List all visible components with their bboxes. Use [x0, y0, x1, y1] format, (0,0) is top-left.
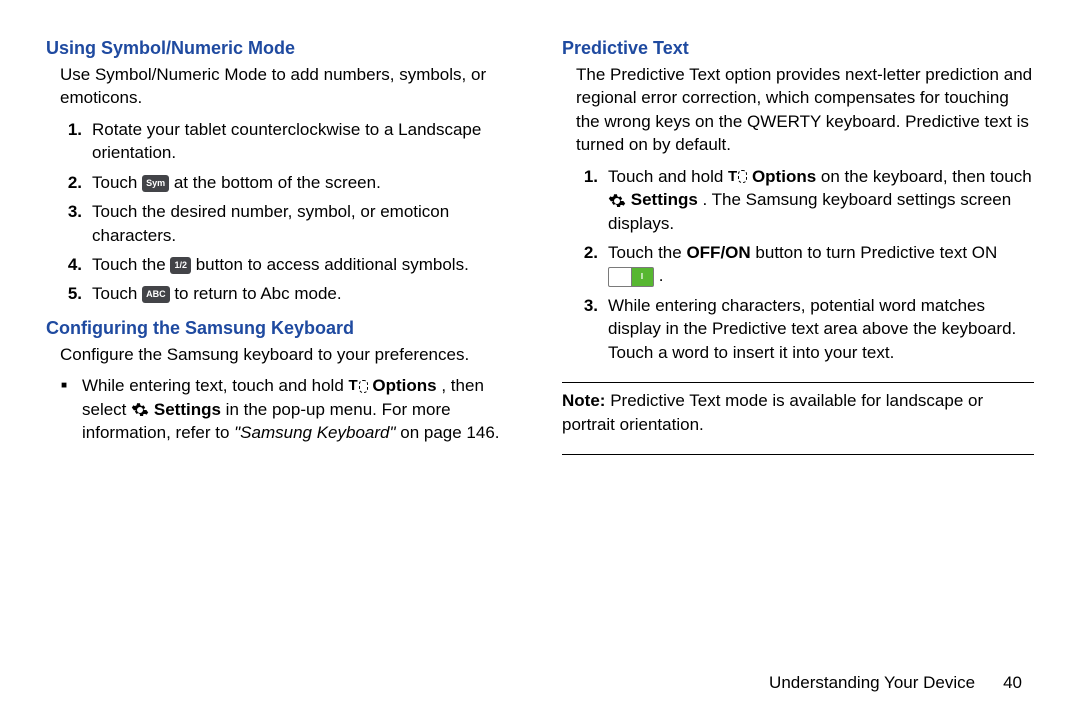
- heading-configuring: Configuring the Samsung Keyboard: [46, 316, 518, 341]
- step-4-number: 4.: [46, 253, 92, 276]
- footer-page-number: 40: [1003, 671, 1022, 694]
- steps-symbol-numeric: 1. Rotate your tablet counterclockwise t…: [46, 118, 518, 306]
- step-4-text: Touch the 1/2 button to access additiona…: [92, 253, 518, 276]
- pstep-2-number: 2.: [562, 241, 608, 288]
- note-body: Predictive Text mode is available for la…: [562, 391, 983, 433]
- two-column-layout: Using Symbol/Numeric Mode Use Symbol/Num…: [46, 36, 1034, 461]
- abc-key-icon: ABC: [142, 286, 170, 303]
- bullet-1-text: While entering text, touch and hold T Op…: [82, 374, 518, 444]
- half-key-icon: 1/2: [170, 257, 191, 274]
- intro-symbol-numeric: Use Symbol/Numeric Mode to add numbers, …: [60, 63, 518, 110]
- step-3-number: 3.: [46, 200, 92, 247]
- pstep-1-number: 1.: [562, 165, 608, 235]
- pstep-3: 3. While entering characters, potential …: [562, 294, 1034, 364]
- pstep-3-number: 3.: [562, 294, 608, 364]
- bullet-1: ■ While entering text, touch and hold T …: [46, 374, 518, 444]
- step-1-number: 1.: [46, 118, 92, 165]
- note-block: Note: Predictive Text mode is available …: [562, 389, 1034, 436]
- pstep-1-text: Touch and hold T Options on the keyboard…: [608, 165, 1034, 235]
- step-1-text: Rotate your tablet counterclockwise to a…: [92, 118, 518, 165]
- bullet-marker: ■: [46, 374, 82, 444]
- step-2-number: 2.: [46, 171, 92, 194]
- heading-predictive: Predictive Text: [562, 36, 1034, 61]
- pstep-3-text: While entering characters, potential wor…: [608, 294, 1034, 364]
- bullets-configuring: ■ While entering text, touch and hold T …: [46, 374, 518, 444]
- left-column: Using Symbol/Numeric Mode Use Symbol/Num…: [46, 36, 518, 461]
- pstep-2: 2. Touch the OFF/ON button to turn Predi…: [562, 241, 1034, 288]
- step-3-text: Touch the desired number, symbol, or emo…: [92, 200, 518, 247]
- step-5-number: 5.: [46, 282, 92, 305]
- note-lead: Note:: [562, 391, 605, 410]
- right-column: Predictive Text The Predictive Text opti…: [562, 36, 1034, 461]
- step-5-text: Touch ABC to return to Abc mode.: [92, 282, 518, 305]
- note-rule-bottom: [562, 454, 1034, 455]
- step-3: 3. Touch the desired number, symbol, or …: [46, 200, 518, 247]
- page-footer: Understanding Your Device 40: [769, 671, 1022, 694]
- options-icon: T: [349, 376, 368, 397]
- step-2: 2. Touch Sym at the bottom of the screen…: [46, 171, 518, 194]
- note-rule-top: [562, 382, 1034, 383]
- step-2-text: Touch Sym at the bottom of the screen.: [92, 171, 518, 194]
- pstep-1: 1. Touch and hold T Options on the keybo…: [562, 165, 1034, 235]
- sym-key-icon: Sym: [142, 175, 169, 192]
- steps-predictive: 1. Touch and hold T Options on the keybo…: [562, 165, 1034, 365]
- footer-section: Understanding Your Device: [769, 671, 975, 694]
- intro-predictive: The Predictive Text option provides next…: [576, 63, 1034, 157]
- heading-symbol-numeric: Using Symbol/Numeric Mode: [46, 36, 518, 61]
- gear-icon: [608, 192, 626, 210]
- on-toggle-icon: I: [608, 267, 654, 287]
- pstep-2-text: Touch the OFF/ON button to turn Predicti…: [608, 241, 1034, 288]
- gear-icon: [131, 401, 149, 419]
- step-4: 4. Touch the 1/2 button to access additi…: [46, 253, 518, 276]
- step-1: 1. Rotate your tablet counterclockwise t…: [46, 118, 518, 165]
- options-icon: T: [728, 167, 747, 188]
- step-5: 5. Touch ABC to return to Abc mode.: [46, 282, 518, 305]
- intro-configuring: Configure the Samsung keyboard to your p…: [60, 343, 518, 366]
